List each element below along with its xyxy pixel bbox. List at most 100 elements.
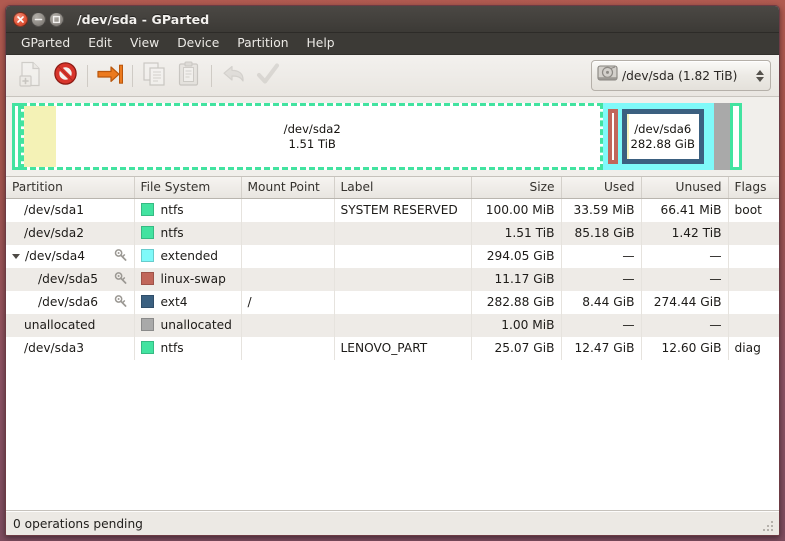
partition-block[interactable]: [608, 109, 618, 164]
cell-flags: [728, 291, 779, 314]
cell-label: [334, 313, 472, 337]
partition-table-body: /dev/sda1 ntfs SYSTEM RESERVED 100.00 MiB 33…: [6, 198, 779, 360]
toolbar-separator-3: [211, 64, 212, 87]
apply-button[interactable]: [251, 60, 285, 92]
paste-button[interactable]: [172, 60, 206, 92]
cell-flags: boot: [734, 203, 762, 218]
cell-flags: [728, 245, 779, 268]
copy-icon: [142, 61, 168, 91]
table-row[interactable]: /dev/sda5 linux-swap 11.17 GiB — —: [6, 267, 779, 291]
undo-arrow-icon: [221, 62, 247, 90]
cell-size: 1.00 MiB: [471, 313, 562, 337]
column-header-unused[interactable]: Unused: [641, 177, 729, 199]
table-row[interactable]: unallocated unallocated 1.00 MiB — —: [6, 313, 779, 337]
resize-grip-icon[interactable]: [759, 518, 776, 533]
partition-block[interactable]: [714, 103, 730, 170]
column-header-flags[interactable]: Flags: [728, 177, 779, 199]
cell-partition: /dev/sda5: [6, 267, 135, 291]
cell-flags: [728, 313, 779, 337]
menu-help[interactable]: Help: [298, 34, 344, 53]
menu-view[interactable]: View: [121, 34, 168, 53]
menu-gparted[interactable]: GParted: [12, 34, 79, 53]
cell-unused: 12.60 GiB: [641, 336, 729, 360]
filesystem-name: ntfs: [160, 226, 184, 240]
filesystem-name: extended: [160, 249, 218, 263]
device-selector-value: /dev/sda (1.82 TiB): [622, 68, 738, 83]
gparted-window: /dev/sda - GParted GParted Edit View Dev…: [5, 5, 780, 536]
device-selector-spinner[interactable]: [756, 69, 766, 82]
cell-filesystem: ntfs: [134, 336, 242, 360]
window-title: /dev/sda - GParted: [77, 11, 210, 27]
spinner-up-icon[interactable]: [756, 69, 764, 75]
cell-filesystem: ext4: [134, 290, 242, 314]
resize-move-button[interactable]: [93, 60, 127, 92]
maximize-icon[interactable]: [49, 11, 64, 27]
filesystem-color-swatch: [140, 318, 154, 331]
filesystem-name: ntfs: [160, 341, 184, 355]
partition-block[interactable]: /dev/sda2 1.51 TiB: [21, 103, 604, 170]
device-selector[interactable]: /dev/sda (1.82 TiB): [591, 60, 771, 91]
partition-name: /dev/sda2: [24, 226, 84, 240]
close-icon[interactable]: [13, 11, 28, 27]
partition-name: unallocated: [24, 318, 96, 332]
partition-block[interactable]: /dev/sda6 282.88 GiB: [621, 109, 704, 164]
table-row[interactable]: /dev/sda1 ntfs SYSTEM RESERVED 100.00 MiB 33…: [6, 198, 779, 222]
column-header-used[interactable]: Used: [561, 177, 642, 199]
cell-unused: 66.41 MiB: [641, 198, 729, 222]
partition-block-label: /dev/sda6 282.88 GiB: [631, 122, 695, 152]
toolbar-separator-1: [87, 64, 88, 87]
cell-filesystem: extended: [134, 244, 242, 268]
filesystem-color-swatch: [140, 295, 154, 308]
table-row[interactable]: /dev/sda2 ntfs 1.51 TiB 85.18 GiB 1.42 TiB: [6, 221, 779, 245]
partition-block[interactable]: [729, 103, 742, 170]
column-header-filesystem[interactable]: File System: [134, 177, 242, 199]
expander-triangle-icon[interactable]: [12, 253, 20, 259]
column-header-partition[interactable]: Partition: [6, 177, 135, 199]
table-header-row: Partition File System Mount Point Label …: [6, 177, 779, 199]
cell-used: 85.18 GiB: [561, 221, 642, 245]
column-header-size[interactable]: Size: [471, 177, 562, 199]
partition-block-label: /dev/sda2 1.51 TiB: [284, 122, 341, 152]
filesystem-color-swatch: [140, 249, 154, 262]
cell-flags: [728, 267, 779, 291]
minimize-icon[interactable]: [31, 11, 46, 27]
table-row[interactable]: /dev/sda3 ntfs LENOVO_PART 25.07 GiB 12.47 G…: [6, 336, 779, 360]
menu-edit[interactable]: Edit: [79, 34, 121, 53]
partition-name: /dev/sda6: [38, 295, 98, 309]
desktop-background: /dev/sda - GParted GParted Edit View Dev…: [0, 0, 785, 541]
disk-graphic: /dev/sda2 1.51 TiB/dev/sda6 282.88 GiB: [6, 97, 779, 177]
cell-partition: /dev/sda4: [6, 244, 135, 268]
menu-partition[interactable]: Partition: [228, 34, 297, 53]
menubar: GParted Edit View Device Partition Help: [6, 33, 779, 55]
spinner-down-icon[interactable]: [756, 76, 764, 82]
table-row[interactable]: /dev/sda6 ext4 / 282.88 GiB 8.44 GiB 274.44 G…: [6, 290, 779, 314]
new-partition-button[interactable]: [14, 60, 48, 92]
copy-button[interactable]: [138, 60, 172, 92]
partition-block-size: 282.88 GiB: [630, 136, 695, 151]
cell-partition: /dev/sda6: [6, 290, 135, 314]
delete-partition-button[interactable]: [48, 60, 82, 92]
cell-used: —: [561, 244, 642, 268]
column-header-label[interactable]: Label: [334, 177, 472, 199]
cell-mountpoint: /: [241, 290, 335, 314]
cell-unused: 1.42 TiB: [641, 221, 729, 245]
filesystem-color-swatch: [140, 203, 154, 217]
table-row[interactable]: /dev/sda4 extended 294.05 GiB — —: [6, 244, 779, 268]
menu-device[interactable]: Device: [168, 34, 228, 53]
cell-partition: /dev/sda2: [6, 221, 135, 245]
cell-filesystem: ntfs: [134, 221, 242, 245]
column-header-mountpoint[interactable]: Mount Point: [241, 177, 335, 199]
cell-label: SYSTEM RESERVED: [334, 198, 472, 222]
cell-label: LENOVO_PART: [334, 336, 472, 360]
cell-label: [334, 290, 472, 314]
statusbar: 0 operations pending: [6, 511, 779, 535]
partition-block[interactable]: [12, 103, 22, 170]
partition-block[interactable]: /dev/sda6 282.88 GiB: [603, 103, 715, 170]
partition-table: Partition File System Mount Point Label …: [6, 177, 779, 360]
filesystem-color-swatch: [140, 226, 154, 239]
used-space-fill: [626, 114, 629, 159]
cell-mountpoint: [241, 336, 335, 360]
toolbar: /dev/sda (1.82 TiB): [6, 55, 779, 97]
undo-button[interactable]: [217, 60, 251, 92]
cell-unused: —: [641, 313, 729, 337]
